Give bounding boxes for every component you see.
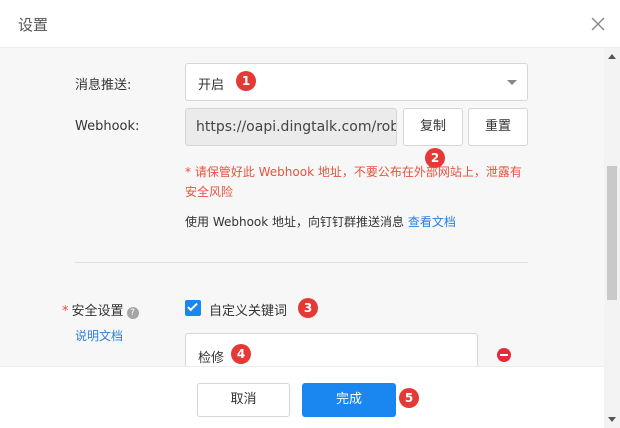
keyword-checkbox-label[interactable]: 自定义关键词 bbox=[209, 300, 287, 319]
close-icon[interactable] bbox=[588, 14, 608, 34]
step-marker-1: 1 bbox=[236, 71, 256, 91]
keyword-input[interactable]: 检修 bbox=[185, 333, 478, 366]
dialog-header: 设置 bbox=[0, 0, 620, 48]
required-mark: * bbox=[62, 304, 69, 319]
remove-keyword-button[interactable] bbox=[497, 348, 511, 362]
webhook-info-text: 使用 Webhook 地址，向钉钉群推送消息 bbox=[185, 215, 405, 229]
scroll-down-icon[interactable] bbox=[608, 417, 616, 422]
step-marker-3: 3 bbox=[298, 298, 318, 318]
minus-icon bbox=[500, 354, 508, 356]
scroll-up-icon[interactable] bbox=[608, 54, 616, 59]
scrollbar[interactable] bbox=[604, 48, 620, 428]
settings-dialog: 设置 消息推送: 开启 1 Webhook: https://oapi.ding… bbox=[0, 0, 620, 428]
webhook-warning: * 请保管好此 Webhook 地址，不要公布在外部网站上，泄露有安全风险 bbox=[185, 165, 522, 199]
dialog-body: 消息推送: 开启 1 Webhook: https://oapi.dingtal… bbox=[0, 48, 604, 366]
chevron-down-icon bbox=[507, 80, 517, 85]
step-marker-4: 4 bbox=[231, 344, 251, 364]
security-label-text: 安全设置 bbox=[71, 304, 124, 319]
done-button[interactable]: 完成 bbox=[302, 383, 396, 417]
webhook-url: https://oapi.dingtalk.com/robot/send?acc… bbox=[196, 119, 396, 135]
section-divider bbox=[75, 262, 528, 263]
step-marker-5: 5 bbox=[399, 388, 419, 408]
dialog-footer: 取消 完成 5 bbox=[0, 366, 604, 428]
scroll-thumb[interactable] bbox=[607, 166, 617, 300]
reset-button[interactable]: 重置 bbox=[468, 108, 528, 146]
check-icon bbox=[187, 300, 198, 312]
copy-button[interactable]: 复制 bbox=[403, 108, 463, 146]
keyword-checkbox[interactable] bbox=[185, 300, 201, 316]
cancel-button[interactable]: 取消 bbox=[197, 383, 290, 417]
security-docs-link[interactable]: 说明文档 bbox=[75, 327, 123, 344]
dialog-title: 设置 bbox=[18, 16, 49, 34]
keyword-value: 检修 bbox=[198, 351, 225, 366]
view-docs-link[interactable]: 查看文档 bbox=[408, 215, 456, 229]
security-label: * 安全设置? bbox=[62, 300, 139, 319]
push-label: 消息推送: bbox=[75, 78, 132, 93]
question-icon[interactable]: ? bbox=[126, 307, 139, 319]
webhook-field[interactable]: https://oapi.dingtalk.com/robot/send?acc… bbox=[185, 108, 397, 146]
webhook-info: 使用 Webhook 地址，向钉钉群推送消息 查看文档 bbox=[185, 213, 456, 230]
push-select-value: 开启 bbox=[198, 78, 225, 93]
webhook-label: Webhook: bbox=[75, 119, 140, 134]
